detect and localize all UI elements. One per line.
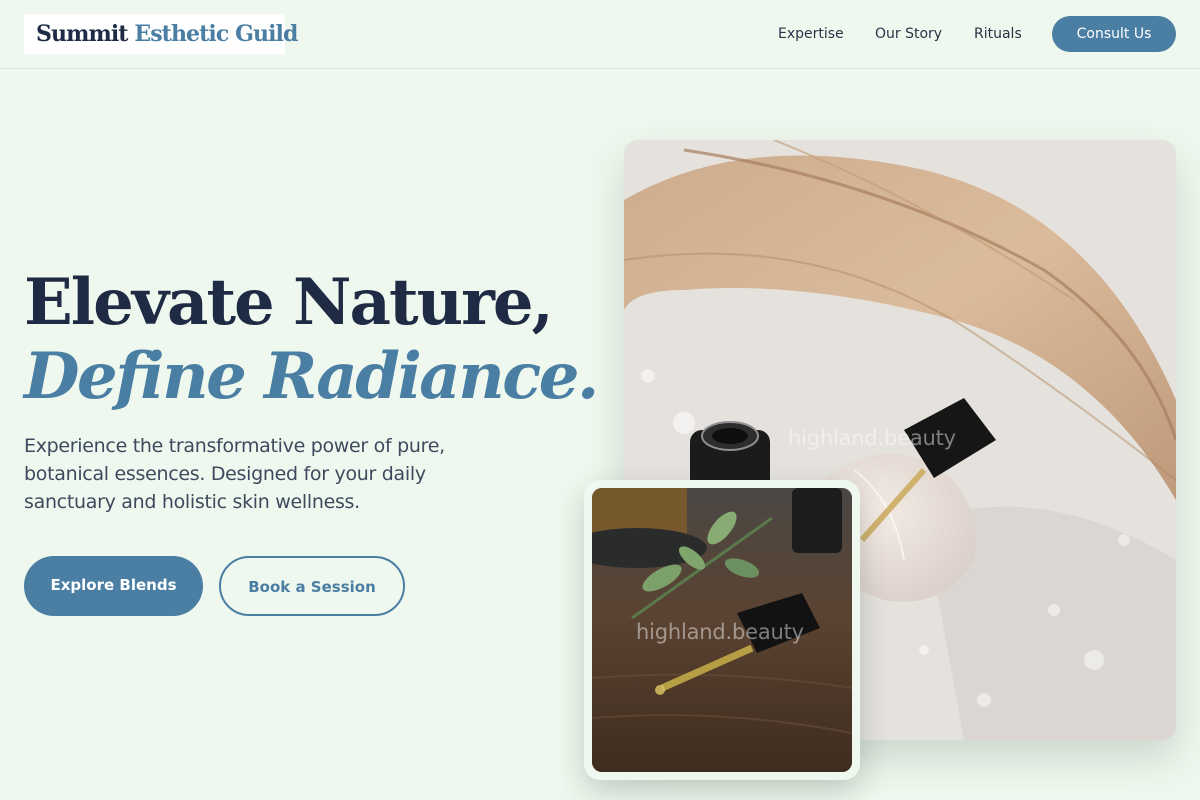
logo-word-esthetic-guild: Esthetic Guild <box>134 21 298 47</box>
book-session-button[interactable]: Book a Session <box>219 556 405 616</box>
nav-link-our-story[interactable]: Our Story <box>875 24 942 44</box>
inset-image-watermark: highland.beauty <box>636 620 804 644</box>
inset-image-frame: highland.beauty <box>584 480 860 780</box>
inset-image-oil-dropper: highland.beauty <box>592 488 852 772</box>
hero-description: Experience the transformative power of p… <box>24 435 445 513</box>
logo-word-summit: Summit <box>36 21 128 47</box>
hero-title: Elevate Nature, Define Radiance. <box>24 266 604 414</box>
explore-blends-button[interactable]: Explore Blends <box>24 556 203 616</box>
nav-link-expertise[interactable]: Expertise <box>778 24 844 44</box>
hero-title-line2: Define Radiance. <box>24 339 599 414</box>
nav-link-rituals[interactable]: Rituals <box>974 24 1022 44</box>
brand-logo[interactable]: Summit Esthetic Guild <box>24 14 298 54</box>
hero-title-line1: Elevate Nature, <box>24 265 554 340</box>
site-header: Summit Esthetic Guild Expertise Our Stor… <box>0 0 1200 69</box>
main-image-watermark: highland.beauty <box>788 426 956 450</box>
consult-us-button[interactable]: Consult Us <box>1052 16 1176 52</box>
